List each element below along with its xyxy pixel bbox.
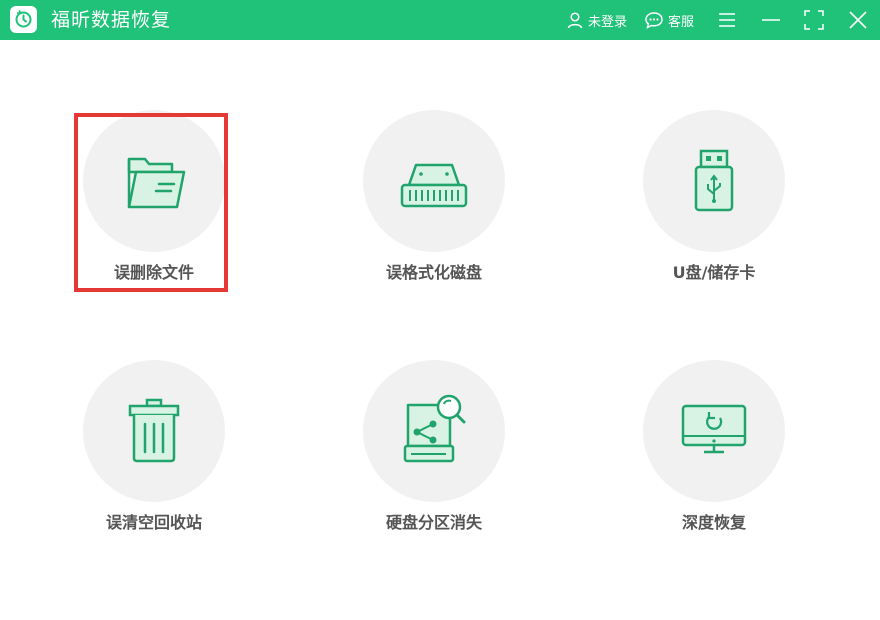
app-logo [10, 6, 37, 33]
usb-drive-icon [694, 149, 734, 212]
folder-icon [127, 157, 186, 209]
mode-icon-circle [363, 360, 505, 502]
mode-formatted-disk[interactable]: 误格式化磁盘 [354, 110, 514, 310]
chat-icon [645, 12, 663, 29]
mode-usb-memory-card[interactable]: U盘/储存卡 [634, 110, 794, 310]
recycle-bin-icon [128, 398, 180, 463]
service-label: 客服 [668, 14, 695, 30]
close-button[interactable] [848, 10, 868, 30]
user-icon [567, 12, 583, 29]
mode-icon-circle [83, 360, 225, 502]
mode-label: 误格式化磁盘 [385, 263, 482, 282]
mode-label: 误删除文件 [113, 263, 194, 282]
maximize-icon [804, 10, 824, 30]
mode-icon-circle [643, 360, 785, 502]
mode-lost-partition[interactable]: 硬盘分区消失 [354, 360, 514, 560]
mode-label: 深度恢复 [681, 513, 746, 532]
mode-emptied-recycle-bin[interactable]: 误清空回收站 [74, 360, 234, 560]
close-icon [849, 11, 867, 29]
menu-button[interactable] [717, 10, 737, 30]
login-label: 未登录 [588, 14, 628, 30]
mode-icon-circle [643, 110, 785, 252]
minimize-button[interactable] [761, 10, 781, 30]
customer-service-button[interactable]: 客服 [644, 9, 694, 31]
title-bar: 福昕数据恢复 未登录 客服 [0, 0, 880, 40]
minimize-icon [762, 19, 780, 21]
mode-icon-circle [83, 110, 225, 252]
hard-drive-icon [400, 163, 468, 208]
maximize-button[interactable] [804, 10, 824, 30]
monitor-restore-icon [681, 404, 747, 454]
mode-icon-circle [363, 110, 505, 252]
app-title: 福昕数据恢复 [51, 9, 172, 31]
mode-label: U盘/储存卡 [672, 263, 756, 282]
hamburger-menu-icon [719, 13, 735, 27]
mode-deleted-files[interactable]: 误删除文件 [74, 110, 234, 310]
mode-label: 硬盘分区消失 [385, 513, 482, 532]
mode-label: 误清空回收站 [105, 513, 202, 532]
login-button[interactable]: 未登录 [566, 9, 627, 31]
mode-deep-recovery[interactable]: 深度恢复 [634, 360, 794, 560]
partition-search-icon [403, 394, 466, 463]
